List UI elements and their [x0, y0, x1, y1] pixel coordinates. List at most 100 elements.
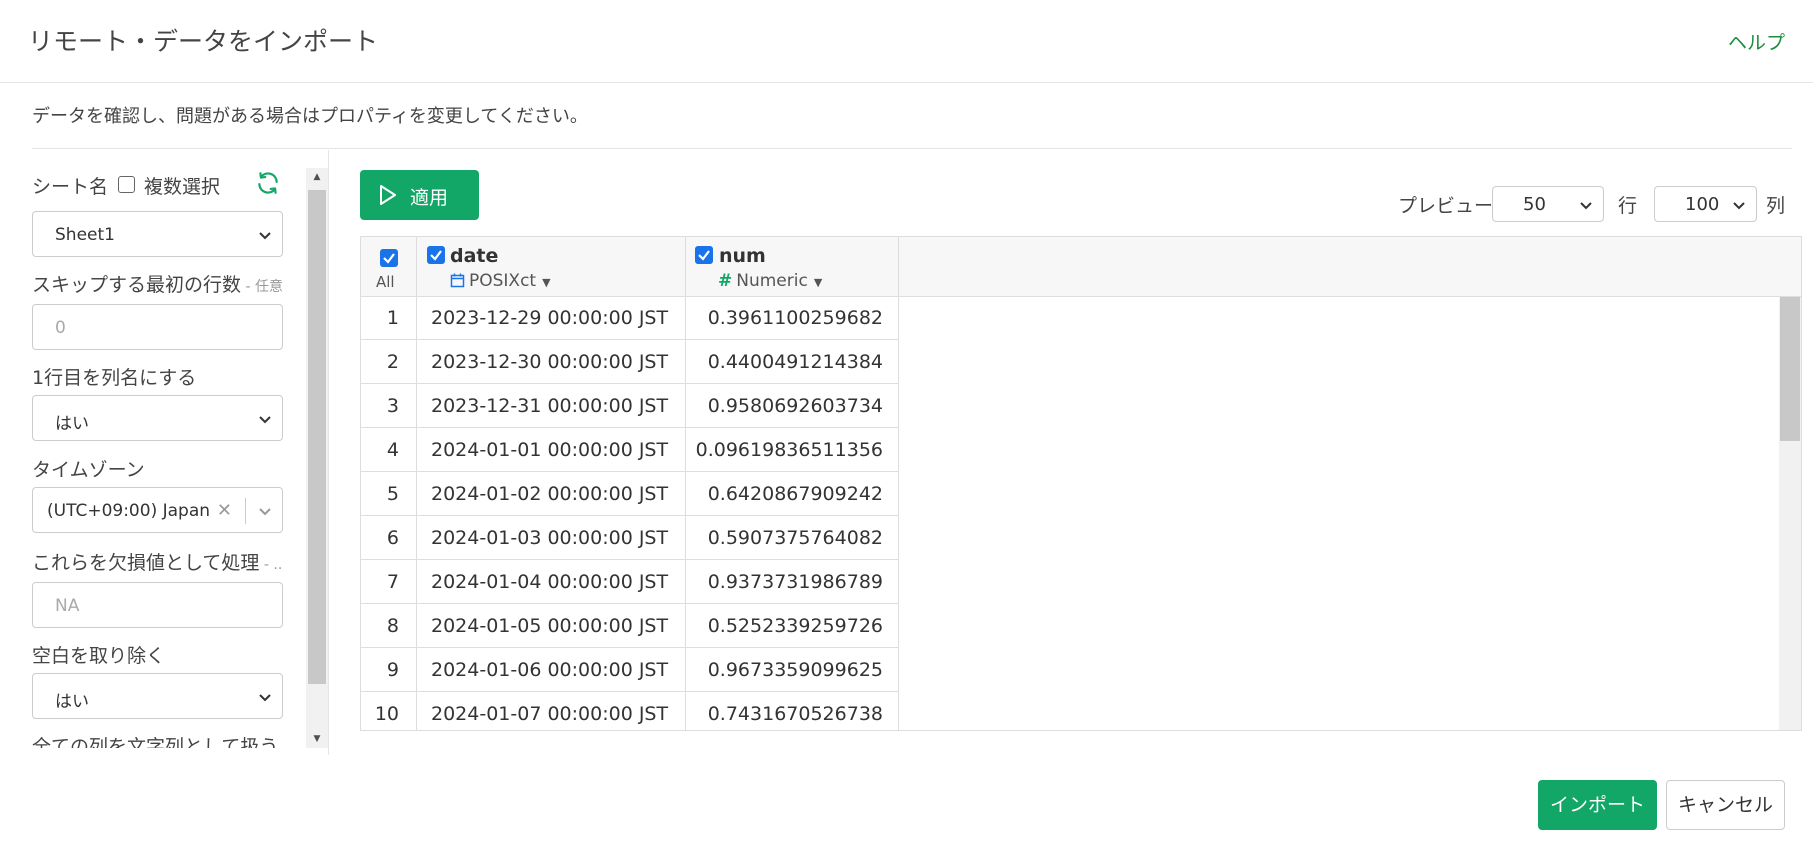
row-index-cell: 4 — [361, 428, 417, 472]
row-index-cell: 10 — [361, 692, 417, 730]
column-type-label-num: Numeric — [736, 271, 808, 291]
help-link[interactable]: ヘルプ — [1728, 28, 1785, 55]
table-row: 6 2024-01-03 00:00:00 JST 0.5907375764082 — [361, 516, 899, 560]
num-cell-text: 0.5907375764082 — [707, 527, 883, 549]
apply-button-label: 適用 — [410, 187, 449, 209]
num-cell: 0.5252339259726 — [686, 604, 899, 648]
column-type-num[interactable]: # Numeric ▼ — [718, 271, 822, 291]
refresh-icon[interactable] — [255, 170, 281, 196]
select-separator — [245, 498, 246, 524]
column-checkbox-date[interactable] — [427, 246, 445, 264]
calendar-icon — [450, 273, 465, 288]
skip-rows-input[interactable]: 0 — [32, 304, 283, 350]
na-input[interactable]: NA — [32, 582, 283, 628]
select-all-checkbox[interactable] — [380, 249, 398, 267]
date-cell-text: 2023-12-30 00:00:00 JST — [431, 351, 669, 373]
row-index-cell: 2 — [361, 340, 417, 384]
num-cell-text: 0.5252339259726 — [707, 615, 883, 637]
num-cell: 0.9373731986789 — [686, 560, 899, 604]
date-cell-text: 2024-01-06 00:00:00 JST — [431, 659, 669, 681]
data-preview-grid: All date POSIXct ▼ num # Numeric ▼ 1 2023-12… — [360, 236, 1802, 731]
settings-panel: シート名 複数選択 Sheet1 スキップする最初の行数 - 任意 0 1行目を… — [32, 168, 283, 748]
preview-rows-value: 50 — [1523, 194, 1546, 215]
table-row: 9 2024-01-06 00:00:00 JST 0.9673359099625 — [361, 648, 899, 692]
date-cell-text: 2023-12-31 00:00:00 JST — [431, 395, 669, 417]
na-placeholder: NA — [55, 596, 80, 616]
num-cell: 0.9673359099625 — [686, 648, 899, 692]
table-row: 8 2024-01-05 00:00:00 JST 0.5252339259726 — [361, 604, 899, 648]
clear-icon[interactable]: ✕ — [217, 500, 232, 521]
row-index-cell-text: 9 — [386, 659, 399, 681]
multi-select-checkbox[interactable] — [118, 176, 135, 193]
timezone-select[interactable]: (UTC+09:00) Japan ✕ — [32, 487, 283, 533]
table-row: 7 2024-01-04 00:00:00 JST 0.9373731986789 — [361, 560, 899, 604]
row-index-cell-text: 5 — [386, 483, 399, 505]
row-index-cell-text: 8 — [386, 615, 399, 637]
num-cell: 0.4400491214384 — [686, 340, 899, 384]
row-index-cell-text: 7 — [386, 571, 399, 593]
column-name-num: num — [719, 245, 766, 267]
settings-scrollbar[interactable]: ▲ ▼ — [306, 168, 328, 748]
num-cell: 0.3961100259682 — [686, 296, 899, 340]
all-label: All — [376, 273, 395, 291]
num-cell-text: 0.7431670526738 — [707, 703, 883, 725]
row-index-cell-text: 2 — [386, 351, 399, 373]
trim-value: はい — [55, 692, 89, 712]
row-index-cell: 5 — [361, 472, 417, 516]
date-cell: 2024-01-02 00:00:00 JST — [417, 472, 686, 516]
date-cell: 2024-01-04 00:00:00 JST — [417, 560, 686, 604]
table-row: 3 2023-12-31 00:00:00 JST 0.9580692603734 — [361, 384, 899, 428]
apply-button[interactable]: 適用 — [360, 170, 479, 220]
timezone-value: (UTC+09:00) Japan — [47, 501, 211, 521]
chevron-down-icon[interactable] — [258, 504, 272, 518]
grid-header: All date POSIXct ▼ num # Numeric ▼ — [361, 237, 1801, 297]
date-cell-text: 2023-12-29 00:00:00 JST — [431, 307, 669, 329]
table-row: 4 2024-01-01 00:00:00 JST 0.09619836511356 — [361, 428, 899, 472]
multi-select-label[interactable]: 複数選択 — [144, 172, 220, 199]
chevron-down-icon — [259, 694, 271, 702]
caret-down-icon: ▼ — [813, 276, 823, 289]
scroll-up-arrow-icon[interactable]: ▲ — [306, 172, 328, 182]
grid-scrollbar[interactable] — [1779, 297, 1801, 730]
preview-cols-select[interactable]: 100 — [1654, 186, 1757, 222]
num-cell: 0.5907375764082 — [686, 516, 899, 560]
na-label-text: これらを欠損値として処理 — [32, 552, 260, 574]
panel-divider — [328, 150, 329, 755]
skip-rows-label-text: スキップする最初の行数 — [32, 274, 242, 296]
header-row-value: はい — [55, 414, 89, 434]
cols-unit-label: 列 — [1766, 195, 1786, 217]
cancel-button[interactable]: キャンセル — [1666, 780, 1785, 830]
sheet-select[interactable]: Sheet1 — [32, 211, 283, 257]
na-label: これらを欠損値として処理 - ... — [32, 548, 283, 575]
sheet-name-row: シート名 複数選択 — [32, 168, 283, 198]
scroll-down-arrow-icon[interactable]: ▼ — [306, 734, 328, 744]
column-header-date: date POSIXct ▼ — [417, 237, 686, 297]
num-cell-text: 0.9373731986789 — [707, 571, 883, 593]
import-button[interactable]: インポート — [1538, 780, 1657, 830]
num-cell-text: 0.9580692603734 — [707, 395, 883, 417]
column-header-num: num # Numeric ▼ — [686, 237, 899, 297]
hash-icon: # — [718, 271, 733, 291]
trim-select[interactable]: はい — [32, 673, 283, 719]
date-cell-text: 2024-01-02 00:00:00 JST — [431, 483, 669, 505]
column-type-date[interactable]: POSIXct ▼ — [450, 271, 551, 291]
header-row-select[interactable]: はい — [32, 395, 283, 441]
scrollbar-thumb[interactable] — [308, 190, 326, 684]
date-cell: 2024-01-05 00:00:00 JST — [417, 604, 686, 648]
table-row: 5 2024-01-02 00:00:00 JST 0.6420867909242 — [361, 472, 899, 516]
check-icon — [383, 253, 395, 264]
timezone-label: タイムゾーン — [32, 459, 145, 481]
date-cell: 2024-01-07 00:00:00 JST — [417, 692, 686, 730]
all-as-string-label: 全ての列を文字列として扱う — [32, 736, 279, 748]
divider — [32, 148, 1792, 149]
grid-scrollbar-thumb[interactable] — [1780, 297, 1800, 441]
preview-rows-select[interactable]: 50 — [1492, 186, 1604, 222]
column-checkbox-num[interactable] — [695, 246, 713, 264]
date-cell-text: 2024-01-04 00:00:00 JST — [431, 571, 669, 593]
date-cell: 2024-01-01 00:00:00 JST — [417, 428, 686, 472]
row-index-cell: 8 — [361, 604, 417, 648]
num-cell-text: 0.3961100259682 — [707, 307, 883, 329]
preview-cols-value: 100 — [1685, 194, 1720, 215]
row-index-cell-text: 1 — [386, 307, 399, 329]
check-icon — [698, 250, 710, 261]
